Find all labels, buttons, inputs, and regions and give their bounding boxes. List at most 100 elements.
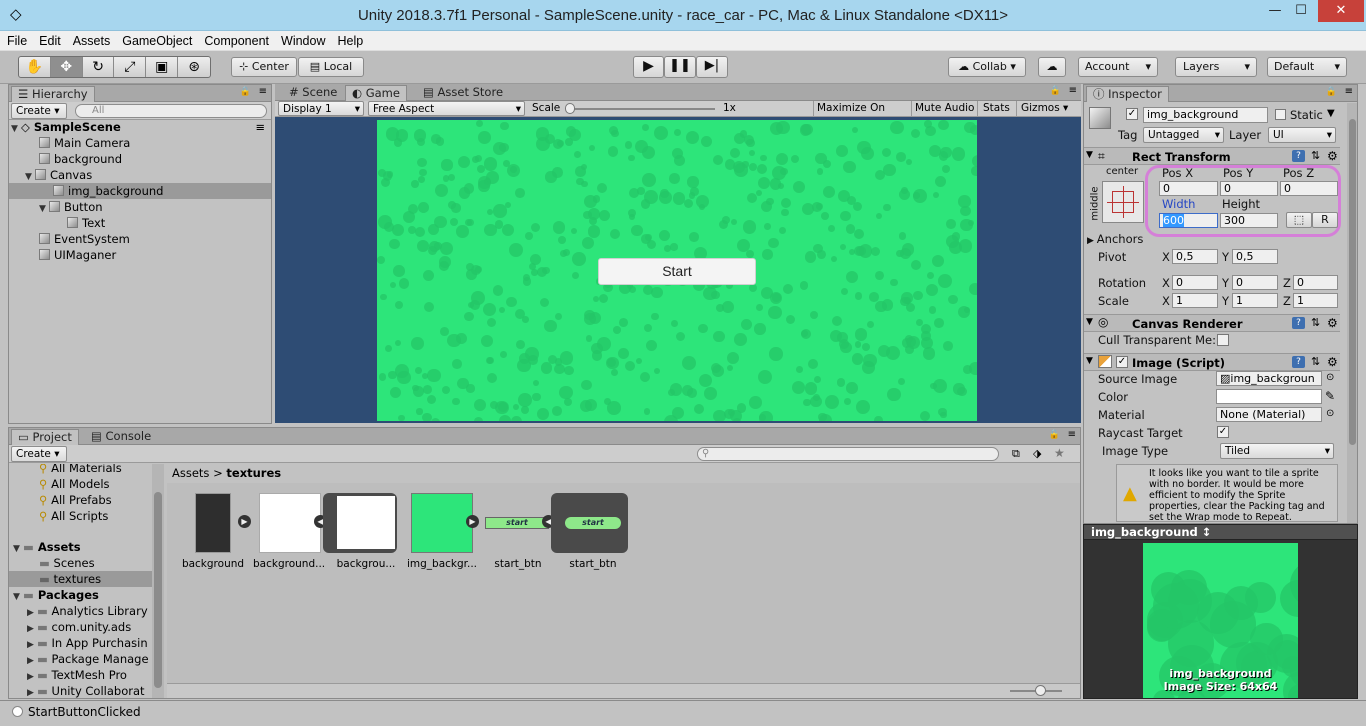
move-tool-icon[interactable]: ✥ bbox=[50, 57, 83, 77]
favorite-all-materials[interactable]: ⚲ All Materials bbox=[39, 464, 122, 476]
scrollbar-thumb[interactable] bbox=[154, 492, 162, 688]
filter-label-icon[interactable]: ⬗ bbox=[1033, 447, 1041, 460]
expand-arrow-icon[interactable]: ▶ bbox=[238, 515, 251, 528]
tab-console[interactable]: ▤ Console bbox=[85, 429, 157, 445]
collab-button[interactable]: ☁ Collab ▾ bbox=[948, 57, 1026, 77]
play-button[interactable]: ▶ bbox=[633, 56, 664, 78]
raw-edit-button[interactable]: R bbox=[1312, 212, 1338, 228]
lock-icon[interactable]: 🔒 bbox=[1326, 87, 1337, 97]
lock-icon[interactable]: 🔒 bbox=[240, 87, 251, 97]
posy-field[interactable]: 0 bbox=[1220, 181, 1278, 196]
tab-game[interactable]: ◐ Game bbox=[345, 85, 407, 101]
menu-component[interactable]: Component bbox=[197, 31, 274, 48]
preset-icon[interactable]: ⇅ bbox=[1311, 149, 1320, 162]
panel-menu-icon[interactable]: ≡ bbox=[1069, 85, 1077, 96]
hierarchy-item-main-camera[interactable]: Main Camera bbox=[39, 135, 130, 151]
preset-icon[interactable]: ⇅ bbox=[1311, 316, 1320, 329]
rotation-z-field[interactable]: 0 bbox=[1293, 275, 1338, 290]
expand-icon[interactable]: ▼ bbox=[1086, 317, 1093, 327]
panel-menu-icon[interactable]: ≡ bbox=[259, 86, 267, 97]
tab-hierarchy[interactable]: ☰ Hierarchy bbox=[11, 86, 95, 102]
thumbnail-size-thumb[interactable] bbox=[1035, 685, 1046, 696]
expand-icon[interactable]: ▼ bbox=[39, 201, 49, 217]
menu-file[interactable]: File bbox=[0, 31, 32, 48]
favorite-all-scripts[interactable]: ⚲ All Scripts bbox=[39, 508, 108, 524]
width-field[interactable]: 600 bbox=[1159, 213, 1218, 228]
scale-x-field[interactable]: 1 bbox=[1172, 293, 1218, 308]
layer-dropdown[interactable]: UI ▾ bbox=[1268, 127, 1336, 143]
cull-transparent-checkbox[interactable] bbox=[1217, 334, 1229, 346]
assets-folder-row[interactable]: ▼ ▬ Assets bbox=[13, 539, 81, 555]
eyedropper-icon[interactable]: ✎ bbox=[1325, 389, 1335, 403]
minimize-button[interactable]: — bbox=[1262, 0, 1288, 22]
height-field[interactable]: 300 bbox=[1220, 213, 1278, 228]
expand-icon[interactable]: ▼ bbox=[1086, 356, 1093, 366]
scene-row[interactable]: ▼ ◇ SampleScene ≡ bbox=[11, 119, 269, 135]
scrollbar-thumb[interactable] bbox=[1349, 119, 1356, 445]
folder-tree-scrollbar[interactable] bbox=[152, 464, 164, 698]
hierarchy-create-dropdown[interactable]: Create ▾ bbox=[11, 103, 67, 119]
asset-thumb-start-btn-sub[interactable]: start bbox=[551, 493, 628, 553]
package-iap[interactable]: ▶ ▬ In App Purchasin bbox=[27, 635, 148, 651]
hierarchy-item-background[interactable]: background bbox=[39, 151, 122, 167]
breadcrumb-textures[interactable]: textures bbox=[226, 466, 281, 480]
tag-dropdown[interactable]: Untagged ▾ bbox=[1143, 127, 1224, 143]
menu-assets[interactable]: Assets bbox=[66, 31, 116, 48]
layers-dropdown[interactable]: Layers ▾ bbox=[1175, 57, 1257, 77]
tab-asset-store[interactable]: ▤ Asset Store bbox=[417, 85, 509, 101]
anchors-foldout[interactable]: ▶ Anchors bbox=[1087, 232, 1143, 246]
anchor-presets-button[interactable] bbox=[1102, 181, 1144, 223]
account-dropdown[interactable]: Account ▾ bbox=[1078, 57, 1158, 77]
package-analytics[interactable]: ▶ ▬ Analytics Library bbox=[27, 603, 148, 619]
scale-slider-thumb[interactable] bbox=[565, 103, 575, 114]
scale-tool-icon[interactable]: ⤢ bbox=[114, 57, 147, 77]
pivot-local-button[interactable]: ▤ Local bbox=[298, 57, 364, 77]
asset-thumb-background-sub[interactable] bbox=[323, 493, 397, 553]
scale-y-field[interactable]: 1 bbox=[1232, 293, 1278, 308]
inspector-scrollbar[interactable] bbox=[1347, 103, 1357, 523]
scale-z-field[interactable]: 1 bbox=[1293, 293, 1338, 308]
mute-audio-toggle[interactable]: Mute Audio bbox=[911, 101, 976, 116]
hierarchy-search-input[interactable]: All bbox=[75, 104, 267, 118]
object-picker-icon[interactable]: ⊙ bbox=[1326, 372, 1334, 383]
static-caret-icon[interactable]: ▼ bbox=[1327, 108, 1335, 119]
stats-toggle[interactable]: Stats bbox=[977, 101, 1015, 116]
hierarchy-item-button[interactable]: ▼ Button bbox=[39, 199, 103, 215]
tab-project[interactable]: ▭ Project bbox=[11, 429, 79, 445]
preset-icon[interactable]: ⇅ bbox=[1311, 355, 1320, 368]
rect-transform-header[interactable]: ▼ ⌗ Rect Transform ? ⇅ ⚙ bbox=[1084, 147, 1340, 165]
lock-icon[interactable]: 🔒 bbox=[1050, 86, 1061, 96]
static-checkbox[interactable] bbox=[1275, 109, 1286, 120]
help-icon[interactable]: ? bbox=[1292, 150, 1305, 162]
panel-menu-icon[interactable]: ≡ bbox=[1068, 429, 1076, 440]
canvas-renderer-header[interactable]: ▼ ◎ Canvas Renderer ? ⇅ ⚙ bbox=[1084, 314, 1340, 332]
posz-field[interactable]: 0 bbox=[1280, 181, 1338, 196]
scale-slider-track[interactable] bbox=[567, 108, 715, 110]
expand-icon[interactable]: ▼ bbox=[1086, 150, 1093, 160]
material-field[interactable]: None (Material) bbox=[1216, 407, 1322, 422]
favorite-all-models[interactable]: ⚲ All Models bbox=[39, 476, 110, 492]
game-start-button[interactable]: Start bbox=[598, 258, 756, 285]
pivot-x-field[interactable]: 0,5 bbox=[1172, 249, 1218, 264]
rotation-y-field[interactable]: 0 bbox=[1232, 275, 1278, 290]
help-icon[interactable]: ? bbox=[1292, 356, 1305, 368]
package-manager[interactable]: ▶ ▬ Package Manage bbox=[27, 651, 149, 667]
project-create-dropdown[interactable]: Create ▾ bbox=[11, 446, 67, 462]
scene-menu-icon[interactable]: ≡ bbox=[255, 119, 265, 135]
rotate-tool-icon[interactable]: ↻ bbox=[83, 57, 115, 77]
step-button[interactable]: ▶| bbox=[696, 56, 728, 78]
image-script-header[interactable]: ▼ ✓ Image (Script) ? ⇅ ⚙ bbox=[1084, 353, 1340, 371]
source-image-field[interactable]: ▨img_backgroun bbox=[1216, 371, 1322, 386]
maximize-button[interactable]: ☐ bbox=[1288, 0, 1314, 22]
expand-arrow-icon[interactable]: ▶ bbox=[466, 515, 479, 528]
gizmos-dropdown[interactable]: Gizmos ▾ bbox=[1016, 101, 1076, 116]
tab-scene[interactable]: # Scene bbox=[283, 85, 343, 101]
image-enabled-checkbox[interactable]: ✓ bbox=[1116, 356, 1128, 368]
asset-thumb-background-sprite[interactable] bbox=[259, 493, 321, 553]
menu-window[interactable]: Window bbox=[274, 31, 330, 48]
settings-gear-icon[interactable]: ⚙ bbox=[1327, 355, 1338, 369]
layout-dropdown[interactable]: Default ▾ bbox=[1267, 57, 1347, 77]
color-swatch[interactable] bbox=[1216, 389, 1322, 404]
rect-tool-icon[interactable]: ▣ bbox=[146, 57, 179, 77]
project-search-input[interactable]: ⚲ bbox=[697, 447, 999, 461]
